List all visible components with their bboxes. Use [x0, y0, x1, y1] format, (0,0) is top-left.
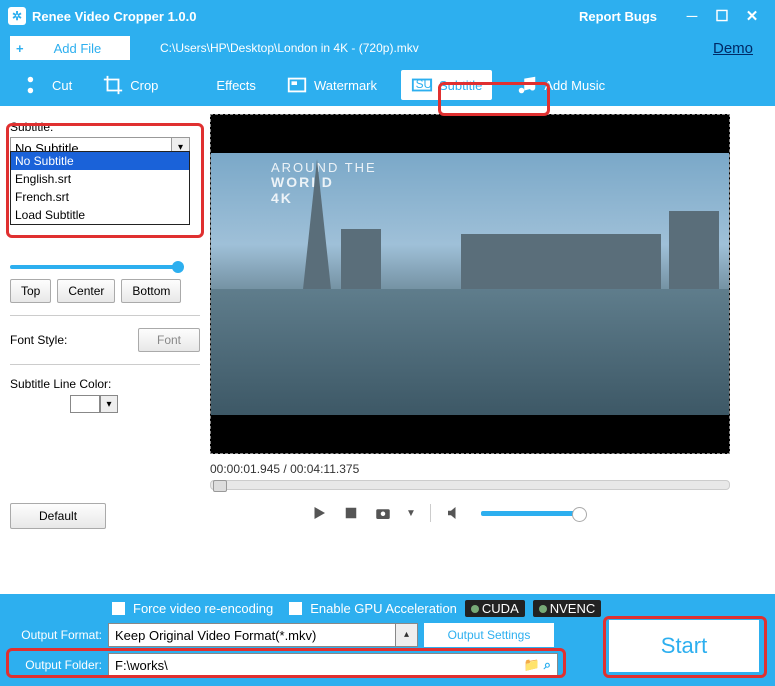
volume-icon[interactable]	[445, 504, 463, 522]
svg-text:SUB: SUB	[416, 77, 433, 91]
subtitle-dropdown: No Subtitle English.srt French.srt Load …	[10, 151, 190, 225]
app-title: Renee Video Cropper 1.0.0	[32, 9, 197, 24]
tab-add-music[interactable]: Add Music	[510, 70, 611, 100]
music-icon	[516, 74, 538, 96]
force-reencode-label: Force video re-encoding	[133, 601, 273, 616]
video-overlay-text: AROUND THE WORLD 4K	[271, 161, 377, 206]
subtitle-option[interactable]: French.srt	[11, 188, 189, 206]
subtitle-panel: Subtitle: No Subtitle ▾ No Subtitle Engl…	[0, 106, 210, 566]
demo-link[interactable]: Demo	[713, 40, 753, 57]
titlebar: ✲ Renee Video Cropper 1.0.0 Report Bugs …	[0, 0, 775, 32]
tab-watermark[interactable]: Watermark	[280, 70, 383, 100]
nvenc-badge: NVENC	[533, 600, 602, 617]
time-display: 00:00:01.945 / 00:04:11.375	[210, 462, 761, 476]
file-toolbar: + Add File C:\Users\HP\Desktop\London in…	[0, 32, 775, 64]
subtitle-option[interactable]: No Subtitle	[11, 152, 189, 170]
tool-tabs: Cut Crop Effects Watermark SUBSubtitle A…	[0, 64, 775, 106]
output-format-label: Output Format:	[12, 628, 102, 642]
tab-effects[interactable]: Effects	[182, 70, 262, 100]
plus-icon: +	[16, 41, 24, 56]
force-reencode-checkbox[interactable]	[112, 602, 125, 615]
position-bottom-button[interactable]: Bottom	[121, 279, 181, 303]
position-top-button[interactable]: Top	[10, 279, 51, 303]
tab-subtitle[interactable]: SUBSubtitle	[401, 70, 492, 100]
start-button[interactable]: Start	[609, 620, 759, 672]
output-folder-label: Output Folder:	[12, 658, 102, 672]
default-button[interactable]: Default	[10, 503, 106, 529]
crop-icon	[102, 74, 124, 96]
subtitle-icon: SUB	[411, 74, 433, 96]
tab-crop[interactable]: Crop	[96, 70, 164, 100]
snapshot-icon[interactable]	[374, 504, 392, 522]
stop-icon[interactable]	[342, 504, 360, 522]
color-swatch	[70, 395, 100, 413]
folder-icon[interactable]: 📁	[524, 657, 540, 673]
add-file-label: Add File	[54, 41, 102, 56]
play-icon[interactable]	[310, 504, 328, 522]
scissors-icon	[24, 74, 46, 96]
snapshot-menu-icon[interactable]: ▼	[406, 508, 416, 519]
output-format-select[interactable]: Keep Original Video Format(*.mkv) ▴	[108, 623, 418, 647]
close-button[interactable]: ✕	[737, 7, 767, 25]
report-bugs-link[interactable]: Report Bugs	[579, 9, 657, 24]
volume-slider[interactable]	[481, 511, 581, 516]
video-preview[interactable]: AROUND THE WORLD 4K	[210, 114, 730, 454]
output-settings-button[interactable]: Output Settings	[424, 623, 554, 647]
add-file-button[interactable]: + Add File	[10, 36, 130, 60]
gpu-accel-label: Enable GPU Acceleration	[310, 601, 457, 616]
wand-icon	[188, 74, 210, 96]
line-color-label: Subtitle Line Color:	[10, 377, 200, 391]
watermark-icon	[286, 74, 308, 96]
size-slider[interactable]	[10, 265, 180, 269]
tab-cut[interactable]: Cut	[18, 70, 78, 100]
subtitle-option[interactable]: Load Subtitle	[11, 206, 189, 224]
search-icon[interactable]: ⌕	[544, 657, 551, 673]
preview-panel: AROUND THE WORLD 4K 00:00:01.945 / 00:04…	[210, 106, 775, 566]
chevron-down-icon: ▾	[100, 395, 118, 413]
playback-controls: ▼	[310, 504, 761, 522]
chevron-up-icon: ▴	[395, 624, 417, 646]
file-path: C:\Users\HP\Desktop\London in 4K - (720p…	[160, 41, 419, 55]
subtitle-label: Subtitle:	[10, 120, 200, 134]
minimize-button[interactable]: ─	[677, 8, 707, 25]
output-folder-input[interactable]: F:\works\ 📁 ⌕	[108, 653, 558, 677]
output-bar: Force video re-encoding Enable GPU Accel…	[0, 594, 775, 686]
position-center-button[interactable]: Center	[57, 279, 115, 303]
cuda-badge: CUDA	[465, 600, 525, 617]
maximize-button[interactable]: ☐	[707, 7, 737, 25]
font-style-label: Font Style:	[10, 333, 67, 347]
color-picker[interactable]: ▾	[70, 395, 200, 413]
gpu-accel-checkbox[interactable]	[289, 602, 302, 615]
app-logo: ✲	[8, 7, 26, 25]
subtitle-option[interactable]: English.srt	[11, 170, 189, 188]
font-button[interactable]: Font	[138, 328, 200, 352]
seek-bar[interactable]	[210, 480, 730, 490]
